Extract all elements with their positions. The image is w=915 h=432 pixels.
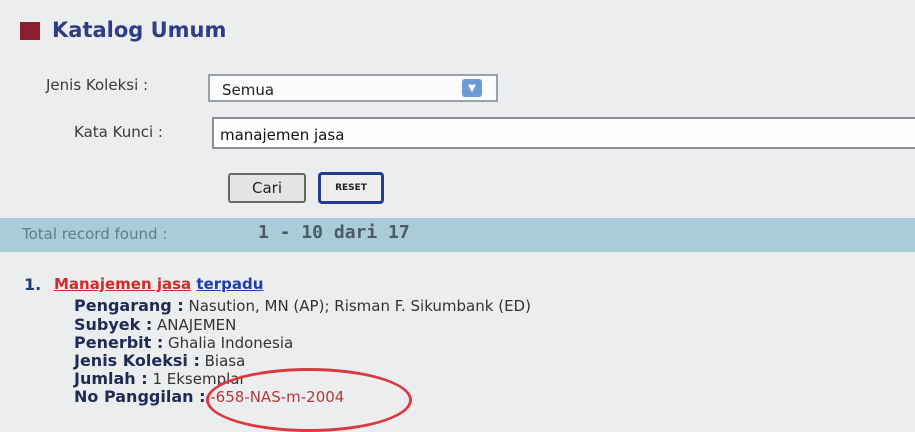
- result-title: Manajemen jasa terpadu: [54, 275, 263, 293]
- no-panggilan-label: No Panggilan :: [74, 387, 206, 406]
- title-bullet-icon: [20, 22, 40, 40]
- result-title-link-sub[interactable]: terpadu: [196, 275, 263, 293]
- jenis-koleksi-value: Semua: [222, 81, 275, 99]
- kata-kunci-value: manajemen jasa: [220, 126, 345, 144]
- cari-button[interactable]: Cari: [228, 173, 306, 203]
- pengarang-row: Pengarang : Nasution, MN (AP); Risman F.…: [74, 297, 531, 315]
- jenis-koleksi-item-label: Jenis Koleksi :: [74, 351, 200, 370]
- results-summary-bar: Total record found : 1 - 10 dari 17: [0, 218, 915, 252]
- reset-button[interactable]: RESET: [318, 172, 384, 204]
- pengarang-value: Nasution, MN (AP); Risman F. Sikumbank (…: [188, 297, 531, 315]
- jenis-koleksi-item-value: Biasa: [204, 352, 246, 370]
- pengarang-label: Pengarang :: [74, 296, 184, 315]
- annotation-circle: [206, 368, 412, 432]
- subyek-value: ANAJEMEN: [157, 316, 237, 334]
- page-title: Katalog Umum: [52, 18, 227, 42]
- result-number: 1.: [24, 275, 42, 294]
- jumlah-label: Jumlah :: [74, 369, 148, 388]
- jenis-koleksi-row: Jenis Koleksi : Biasa: [74, 352, 245, 370]
- penerbit-value: Ghalia Indonesia: [168, 334, 294, 352]
- result-title-link-main[interactable]: Manajemen jasa: [54, 275, 191, 293]
- kata-kunci-input[interactable]: manajemen jasa: [212, 117, 915, 149]
- penerbit-label: Penerbit :: [74, 333, 164, 352]
- kata-kunci-label: Kata Kunci :: [74, 123, 163, 141]
- chevron-down-icon[interactable]: ▼: [462, 79, 482, 97]
- subyek-label: Subyek :: [74, 315, 153, 334]
- jenis-koleksi-select[interactable]: Semua ▼: [208, 74, 498, 102]
- subyek-row: Subyek : ANAJEMEN: [74, 316, 236, 334]
- jenis-koleksi-label: Jenis Koleksi :: [46, 76, 149, 94]
- record-range: 1 - 10 dari 17: [258, 222, 410, 243]
- total-record-label: Total record found :: [22, 225, 168, 243]
- penerbit-row: Penerbit : Ghalia Indonesia: [74, 334, 293, 352]
